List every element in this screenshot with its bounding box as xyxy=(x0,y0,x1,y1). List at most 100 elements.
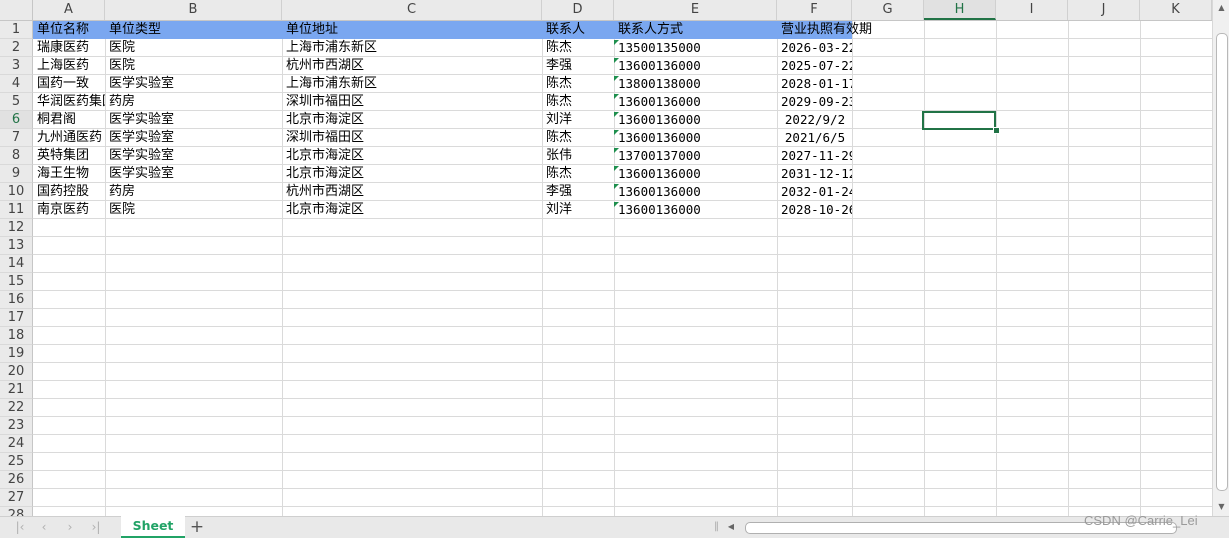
header-cell-contact[interactable]: 联系人 xyxy=(543,21,614,39)
cell-address[interactable]: 杭州市西湖区 xyxy=(283,57,542,75)
cell-contact[interactable]: 陈杰 xyxy=(543,129,614,147)
row-header[interactable]: 12 xyxy=(0,219,33,237)
row-header[interactable]: 4 xyxy=(0,75,33,93)
row-header[interactable]: 9 xyxy=(0,165,33,183)
column-header-g[interactable]: G xyxy=(852,0,924,20)
cell-expiry[interactable]: 2028-01-17 xyxy=(778,75,852,93)
cell-contact[interactable]: 刘洋 xyxy=(543,111,614,129)
header-cell-address[interactable]: 单位地址 xyxy=(283,21,542,39)
cell-name[interactable]: 英特集团 xyxy=(34,147,105,165)
fill-handle[interactable] xyxy=(993,127,1000,134)
cell-expiry[interactable]: 2032-01-24 xyxy=(778,183,852,201)
column-header-h[interactable]: H xyxy=(924,0,996,20)
cell-name[interactable]: 桐君阁 xyxy=(34,111,105,129)
cell-expiry[interactable]: 2028-10-26 xyxy=(778,201,852,219)
row-header[interactable]: 11 xyxy=(0,201,33,219)
cell-expiry[interactable]: 2022/9/2 xyxy=(778,111,852,129)
cell-expiry[interactable]: 2031-12-12 xyxy=(778,165,852,183)
cell-contact[interactable]: 李强 xyxy=(543,57,614,75)
cell-name[interactable]: 国药控股 xyxy=(34,183,105,201)
column-header-c[interactable]: C xyxy=(282,0,542,20)
cell-contact[interactable]: 陈杰 xyxy=(543,93,614,111)
cell-address[interactable]: 北京市海淀区 xyxy=(283,201,542,219)
header-cell-type[interactable]: 单位类型 xyxy=(106,21,282,39)
cell-expiry[interactable]: 2029-09-23 xyxy=(778,93,852,111)
cell-contact[interactable]: 张伟 xyxy=(543,147,614,165)
cell-phone[interactable]: 13600136000 xyxy=(615,201,777,219)
cell-address[interactable]: 深圳市福田区 xyxy=(283,93,542,111)
row-header[interactable]: 2 xyxy=(0,39,33,57)
cell-type[interactable]: 医院 xyxy=(106,39,282,57)
scroll-down-icon[interactable]: ▼ xyxy=(1213,500,1229,514)
cell-name[interactable]: 华润医药集团 xyxy=(34,93,105,111)
row-header[interactable]: 13 xyxy=(0,237,33,255)
cell-type[interactable]: 药房 xyxy=(106,93,282,111)
cell-address[interactable]: 北京市海淀区 xyxy=(283,111,542,129)
cell-name[interactable]: 南京医药 xyxy=(34,201,105,219)
cell-phone[interactable]: 13600136000 xyxy=(615,165,777,183)
row-header[interactable]: 23 xyxy=(0,417,33,435)
row-header[interactable]: 17 xyxy=(0,309,33,327)
add-sheet-button[interactable]: + xyxy=(188,518,206,536)
cell-type[interactable]: 医院 xyxy=(106,57,282,75)
row-header[interactable]: 1 xyxy=(0,21,33,39)
vertical-scroll-thumb[interactable] xyxy=(1216,33,1228,491)
column-header-f[interactable]: F xyxy=(777,0,852,20)
row-header[interactable]: 8 xyxy=(0,147,33,165)
column-header-e[interactable]: E xyxy=(614,0,777,20)
first-sheet-icon[interactable]: |‹ xyxy=(12,520,28,534)
cell-type[interactable]: 医院 xyxy=(106,201,282,219)
last-sheet-icon[interactable]: ›| xyxy=(88,520,104,534)
cell-address[interactable]: 杭州市西湖区 xyxy=(283,183,542,201)
row-header[interactable]: 28 xyxy=(0,507,33,516)
scroll-up-icon[interactable]: ▲ xyxy=(1213,1,1229,15)
cell-contact[interactable]: 陈杰 xyxy=(543,75,614,93)
column-header-k[interactable]: K xyxy=(1140,0,1212,20)
cell-address[interactable]: 上海市浦东新区 xyxy=(283,75,542,93)
header-cell-phone[interactable]: 联系人方式 xyxy=(615,21,777,39)
row-header[interactable]: 27 xyxy=(0,489,33,507)
column-header-i[interactable]: I xyxy=(996,0,1068,20)
cell-phone[interactable]: 13600136000 xyxy=(615,183,777,201)
row-header[interactable]: 19 xyxy=(0,345,33,363)
cell-expiry[interactable]: 2026-03-22 xyxy=(778,39,852,57)
cell-type[interactable]: 医学实验室 xyxy=(106,129,282,147)
row-header[interactable]: 20 xyxy=(0,363,33,381)
row-header[interactable]: 14 xyxy=(0,255,33,273)
column-header-b[interactable]: B xyxy=(105,0,282,20)
prev-sheet-icon[interactable]: ‹ xyxy=(36,520,52,534)
cell-name[interactable]: 海王生物 xyxy=(34,165,105,183)
column-header-d[interactable]: D xyxy=(542,0,614,20)
cell-type[interactable]: 药房 xyxy=(106,183,282,201)
cell-type[interactable]: 医学实验室 xyxy=(106,111,282,129)
tab-sheet[interactable]: Sheet xyxy=(121,516,185,538)
cell-contact[interactable]: 陈杰 xyxy=(543,39,614,57)
row-header[interactable]: 6 xyxy=(0,111,33,129)
next-sheet-icon[interactable]: › xyxy=(62,520,78,534)
cell-name[interactable]: 国药一致 xyxy=(34,75,105,93)
row-header[interactable]: 22 xyxy=(0,399,33,417)
header-cell-expiry[interactable]: 营业执照有效期 xyxy=(778,21,872,39)
row-header[interactable]: 24 xyxy=(0,435,33,453)
cell-expiry[interactable]: 2025-07-22 xyxy=(778,57,852,75)
cell-address[interactable]: 上海市浦东新区 xyxy=(283,39,542,57)
tab-split-handle[interactable]: ‖ xyxy=(714,521,719,533)
scroll-left-icon[interactable]: ◀ xyxy=(725,519,737,535)
cell-address[interactable]: 北京市海淀区 xyxy=(283,165,542,183)
cell-phone[interactable]: 13500135000 xyxy=(615,39,777,57)
cell-phone[interactable]: 13700137000 xyxy=(615,147,777,165)
vertical-scrollbar[interactable]: ▲ ▼ xyxy=(1212,0,1229,516)
cell-phone[interactable]: 13600136000 xyxy=(615,111,777,129)
row-header[interactable]: 21 xyxy=(0,381,33,399)
active-cell-selection[interactable] xyxy=(922,111,996,130)
row-header[interactable]: 18 xyxy=(0,327,33,345)
cell-type[interactable]: 医学实验室 xyxy=(106,165,282,183)
cell-type[interactable]: 医学实验室 xyxy=(106,75,282,93)
header-cell-name[interactable]: 单位名称 xyxy=(34,21,105,39)
row-header[interactable]: 25 xyxy=(0,453,33,471)
cell-phone[interactable]: 13800138000 xyxy=(615,75,777,93)
cell-name[interactable]: 上海医药 xyxy=(34,57,105,75)
cell-phone[interactable]: 13600136000 xyxy=(615,129,777,147)
row-header[interactable]: 26 xyxy=(0,471,33,489)
cell-type[interactable]: 医学实验室 xyxy=(106,147,282,165)
